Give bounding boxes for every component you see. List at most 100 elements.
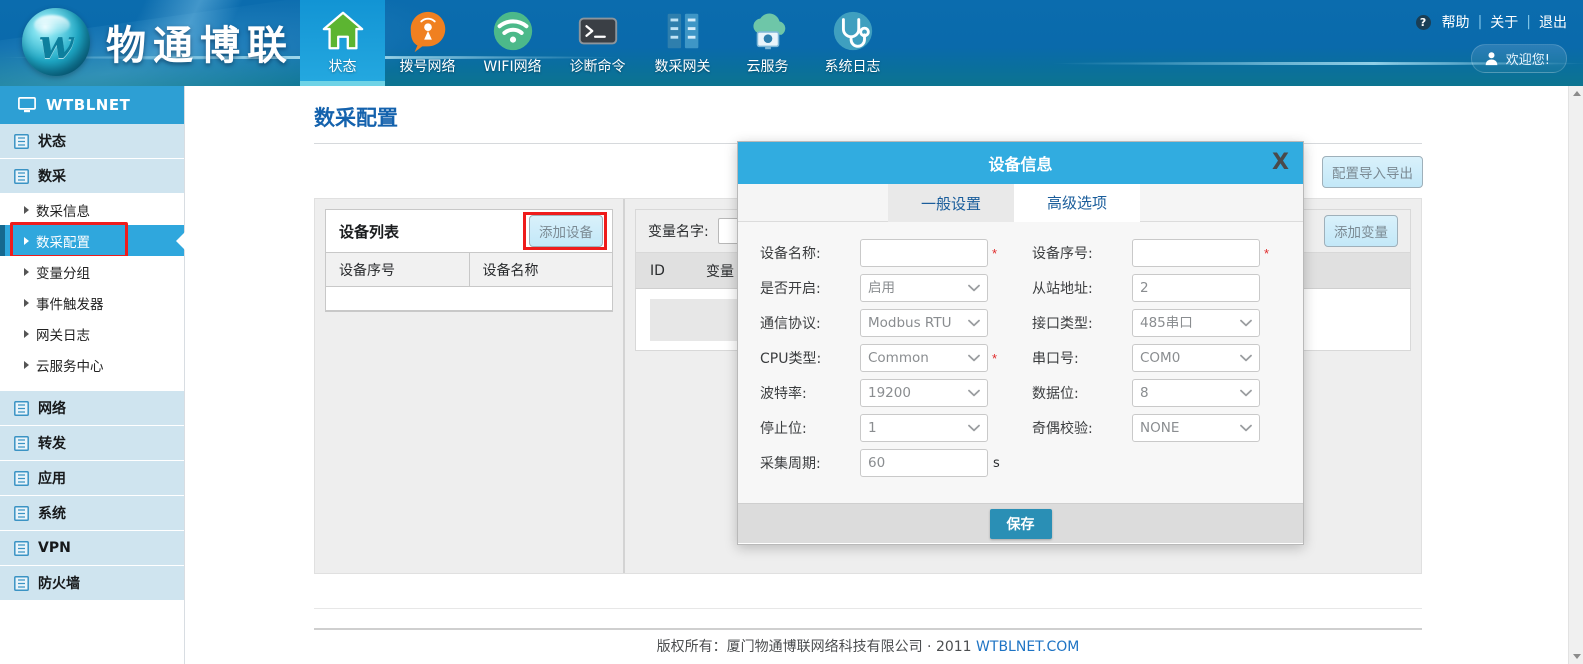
- control-device-serial: [1132, 239, 1260, 267]
- sidebar-item-application[interactable]: 应用: [0, 461, 184, 496]
- tab-advanced-options[interactable]: 高级选项: [1014, 184, 1140, 222]
- interface-type-select[interactable]: 485串口: [1132, 309, 1260, 337]
- cpu-type-select[interactable]: Common: [860, 344, 988, 372]
- sidebar-item-variable-group[interactable]: 变量分组: [0, 256, 184, 287]
- variable-col-id: ID: [636, 263, 696, 279]
- enable-select[interactable]: 启用: [860, 274, 988, 302]
- help-link[interactable]: 帮助: [1442, 12, 1470, 32]
- dialog-title: 设备信息: [988, 151, 1052, 175]
- field-com-port: 串口号: COM0: [1010, 344, 1290, 372]
- logout-link[interactable]: 退出: [1539, 12, 1567, 32]
- nav-label-diagnostics: 诊断命令: [570, 56, 626, 76]
- field-device-serial: 设备序号: *: [1010, 239, 1290, 267]
- device-cell-empty-1: [326, 287, 469, 311]
- dialog-tabs: 一般设置 高级选项: [738, 184, 1303, 222]
- device-name-input[interactable]: [860, 239, 988, 267]
- about-link[interactable]: 关于: [1490, 12, 1518, 32]
- label-stop-bits: 停止位:: [760, 418, 860, 438]
- field-enable: 是否开启: 启用: [738, 274, 1010, 302]
- baud-rate-select[interactable]: 19200: [860, 379, 988, 407]
- chevron-right-icon: [24, 206, 29, 214]
- data-bits-select[interactable]: 8: [1132, 379, 1260, 407]
- field-interface-type: 接口类型: 485串口: [1010, 309, 1290, 337]
- sidebar-item-cloud-center[interactable]: 云服务中心: [0, 349, 184, 380]
- primary-navigation: 状态 拨号网络 WIFI网络: [300, 0, 895, 86]
- label-com-port: 串口号:: [1032, 348, 1132, 368]
- nav-item-status[interactable]: 状态: [300, 0, 385, 86]
- nav-label-wifi: WIFI网络: [483, 56, 541, 76]
- protocol-select[interactable]: Modbus RTU: [860, 309, 988, 337]
- stop-bits-select[interactable]: 1: [860, 414, 988, 442]
- parity-select[interactable]: NONE: [1132, 414, 1260, 442]
- sidebar-item-datacollect[interactable]: 数采: [0, 159, 184, 194]
- scroll-down-button[interactable]: [1569, 649, 1583, 664]
- nav-item-gateway[interactable]: 数采网关: [640, 0, 725, 86]
- label-interface-type: 接口类型:: [1032, 313, 1132, 333]
- sidebar-label-cloud-center: 云服务中心: [36, 355, 104, 375]
- config-import-export-button[interactable]: 配置导入导出: [1322, 156, 1423, 188]
- sidebar-item-system[interactable]: 系统: [0, 496, 184, 531]
- control-device-name: [860, 239, 988, 267]
- dialup-icon: [405, 8, 451, 54]
- slave-address-input[interactable]: [1132, 274, 1260, 302]
- chevron-up-icon: [1573, 91, 1581, 96]
- field-stop-bits: 停止位: 1: [738, 414, 1010, 442]
- label-protocol: 通信协议:: [760, 313, 860, 333]
- monitor-icon: [18, 97, 36, 113]
- dialog-header: 设备信息 X: [738, 142, 1303, 184]
- nav-label-gateway: 数采网关: [655, 56, 711, 76]
- sidebar-label-network: 网络: [38, 398, 66, 418]
- sidebar-label-variable-group: 变量分组: [36, 262, 90, 282]
- field-slave-address: 从站地址:: [1010, 274, 1290, 302]
- tab-general-settings[interactable]: 一般设置: [888, 184, 1014, 222]
- com-port-select[interactable]: COM0: [1132, 344, 1260, 372]
- footer-divider-bottom: [314, 628, 1422, 630]
- scroll-up-button[interactable]: [1569, 86, 1583, 101]
- vertical-scrollbar[interactable]: [1568, 86, 1583, 664]
- sidebar-label-forward: 转发: [38, 433, 66, 453]
- grid-icon: [14, 134, 29, 149]
- control-com-port: COM0: [1132, 344, 1260, 372]
- nav-item-cloud[interactable]: 云服务: [725, 0, 810, 86]
- user-welcome-badge[interactable]: 欢迎您!: [1471, 44, 1567, 73]
- nav-item-syslog[interactable]: 系统日志: [810, 0, 895, 86]
- brand-name: 物通博联: [106, 13, 294, 71]
- device-table-empty-row: [326, 287, 612, 311]
- sidebar-item-event-trigger[interactable]: 事件触发器: [0, 287, 184, 318]
- label-baud-rate: 波特率:: [760, 383, 860, 403]
- form-row-1: 设备名称: * 设备序号: *: [738, 236, 1303, 270]
- device-serial-input[interactable]: [1132, 239, 1260, 267]
- footer-site-link[interactable]: WTBLNET.COM: [976, 639, 1079, 655]
- sample-period-input[interactable]: [860, 449, 988, 477]
- nav-item-diagnostics[interactable]: 诊断命令: [555, 0, 640, 86]
- add-variable-button[interactable]: 添加变量: [1324, 215, 1398, 247]
- avatar-icon: [1484, 51, 1499, 66]
- sidebar-label-event-trigger: 事件触发器: [36, 293, 104, 313]
- sidebar-item-datacollect-info[interactable]: 数采信息: [0, 194, 184, 225]
- save-button[interactable]: 保存: [990, 509, 1052, 539]
- nav-label-cloud: 云服务: [747, 56, 789, 76]
- sidebar-item-network[interactable]: 网络: [0, 391, 184, 426]
- grid-icon: [14, 576, 29, 591]
- close-icon[interactable]: X: [1272, 152, 1289, 174]
- device-list-card: 设备列表 添加设备 设备序号 设备名称: [325, 209, 613, 312]
- wifi-icon: [490, 8, 536, 54]
- sidebar-item-forward[interactable]: 转发: [0, 426, 184, 461]
- form-row-4: CPU类型: Common * 串口号: COM0: [738, 341, 1303, 375]
- sidebar-item-vpn[interactable]: VPN: [0, 531, 184, 566]
- nav-item-wifi[interactable]: WIFI网络: [470, 0, 555, 86]
- nav-item-dialup[interactable]: 拨号网络: [385, 0, 470, 86]
- variable-filter-label: 变量名字:: [648, 221, 709, 241]
- brand-logo[interactable]: w 物通博联: [22, 8, 294, 76]
- sidebar-item-gateway-log[interactable]: 网关日志: [0, 318, 184, 349]
- control-protocol: Modbus RTU: [860, 309, 988, 337]
- sidebar-item-status[interactable]: 状态: [0, 124, 184, 159]
- chevron-right-icon: [24, 268, 29, 276]
- nav-label-status: 状态: [329, 56, 357, 76]
- control-stop-bits: 1: [860, 414, 988, 442]
- add-device-button[interactable]: 添加设备: [529, 215, 603, 247]
- sidebar-item-datacollect-config[interactable]: 数采配置: [0, 225, 184, 256]
- form-row-6: 停止位: 1 奇偶校验: NONE: [738, 411, 1303, 445]
- sidebar-item-firewall[interactable]: 防火墙: [0, 566, 184, 601]
- sidebar-label-system: 系统: [38, 503, 66, 523]
